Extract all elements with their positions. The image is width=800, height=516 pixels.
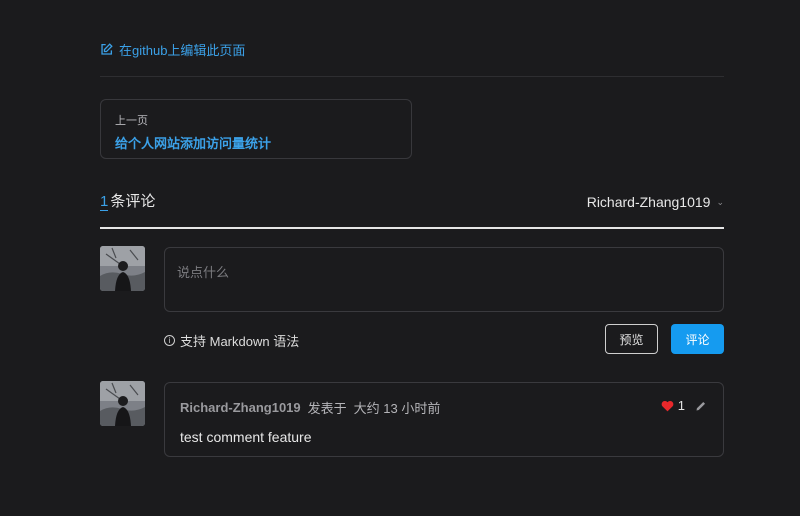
user-menu-name: Richard-Zhang1019 (586, 194, 711, 210)
markdown-hint[interactable]: i 支持 Markdown 语法 (164, 331, 299, 350)
pencil-icon[interactable] (695, 400, 707, 412)
like-count: 1 (677, 398, 685, 413)
submit-comment-button[interactable]: 评论 (671, 324, 724, 354)
comment-body: test comment feature (180, 429, 312, 445)
user-menu[interactable]: Richard-Zhang1019 ⌄ (587, 194, 724, 210)
edit-link-label: 在github上编辑此页面 (119, 43, 246, 58)
comment-author[interactable]: Richard-Zhang1019 (180, 400, 301, 415)
comment-header: Richard-Zhang1019 发表于 大约 13 小时前 (180, 398, 708, 417)
comment-item: Richard-Zhang1019 发表于 大约 13 小时前 1 test c… (164, 382, 724, 457)
prev-page-sublabel: 上一页 (115, 115, 148, 127)
edit-on-github-link[interactable]: 在github上编辑此页面 (100, 40, 245, 59)
comment-time: 大约 13 小时前 (353, 401, 441, 416)
prev-page-title: 给个人网站添加访问量统计 (115, 136, 272, 151)
prev-page-card[interactable]: 上一页 给个人网站添加访问量统计 (100, 99, 412, 159)
comments-header: 1 条评论 Richard-Zhang1019 ⌄ (100, 190, 724, 229)
heart-icon (661, 400, 674, 411)
divider (100, 76, 724, 77)
comment-count-number: 1 (100, 193, 109, 211)
like-button[interactable]: 1 (661, 398, 685, 413)
chevron-down-icon: ⌄ (716, 196, 724, 207)
avatar (100, 381, 145, 426)
comment-posted-label: 发表于 (307, 401, 347, 416)
comment-count-suffix: 条评论 (110, 193, 156, 210)
edit-icon (101, 43, 113, 55)
preview-button[interactable]: 预览 (605, 324, 658, 354)
comment-count: 1 条评论 (100, 190, 155, 211)
comment-actions: 1 (661, 398, 707, 413)
avatar (100, 246, 145, 291)
info-icon: i (164, 335, 175, 346)
comment-input[interactable] (164, 247, 724, 312)
markdown-hint-label: 支持 Markdown 语法 (180, 334, 300, 349)
